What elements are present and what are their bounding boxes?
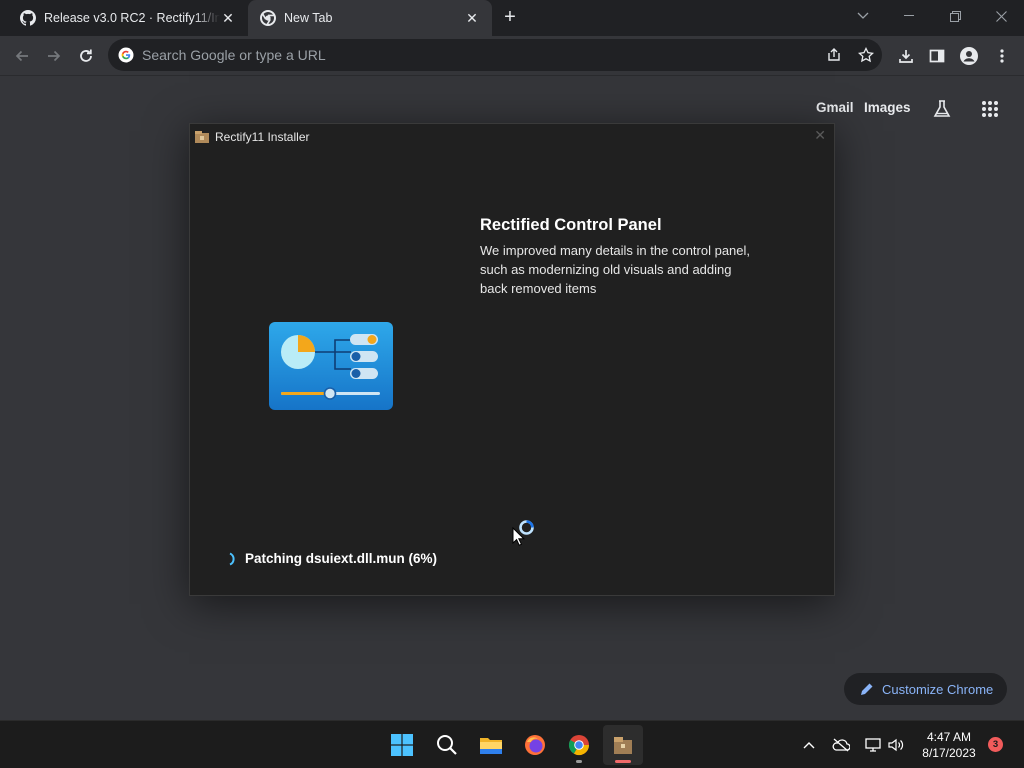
installer-titlebar: Rectify11 Installer [194, 128, 309, 146]
control-panel-icon [268, 321, 394, 411]
restore-button[interactable] [932, 0, 978, 32]
chrome-taskbar-icon[interactable] [559, 725, 599, 765]
installer-taskbar-icon[interactable] [603, 725, 643, 765]
downloads-icon[interactable] [892, 42, 920, 70]
taskbar: 4:47 AM 8/17/2023 [0, 720, 1024, 768]
clock-time: 4:47 AM [926, 730, 972, 744]
notification-badge[interactable]: 3 [988, 737, 1003, 752]
tab-close-icon[interactable]: ✕ [220, 10, 236, 26]
onedrive-offline-icon[interactable] [829, 733, 853, 757]
tab-strip: Release v3.0 RC2 · Rectify11/Installer ✕… [0, 0, 1024, 36]
labs-flask-icon[interactable] [929, 96, 955, 122]
taskbar-clock[interactable]: 4:47 AM 8/17/2023 [916, 729, 982, 761]
gmail-link[interactable]: Gmail [816, 100, 854, 115]
progress-status: Patching dsuiext.dll.mun (6%) [226, 551, 437, 566]
google-icon [118, 47, 134, 63]
profile-icon[interactable] [955, 42, 983, 70]
pencil-icon [860, 682, 874, 696]
firefox-icon[interactable] [515, 725, 555, 765]
volume-icon[interactable] [884, 733, 908, 757]
back-icon[interactable] [8, 42, 36, 70]
installer-title: Rectify11 Installer [215, 130, 310, 144]
menu-dots-icon[interactable] [988, 42, 1016, 70]
feature-title: Rectified Control Panel [480, 216, 662, 234]
images-link[interactable]: Images [864, 100, 911, 115]
tab-close-icon[interactable]: ✕ [464, 10, 480, 26]
tab-search-icon[interactable] [840, 0, 886, 32]
tab-title: New Tab [284, 11, 333, 25]
close-window-button[interactable] [978, 0, 1024, 32]
network-icon[interactable] [861, 733, 885, 757]
spinner-icon [226, 552, 238, 566]
omnibox-placeholder: Search Google or type a URL [142, 47, 326, 63]
screen: Release v3.0 RC2 · Rectify11/Installer ✕… [0, 0, 1024, 768]
bookmark-star-icon[interactable] [850, 39, 882, 71]
clock-date: 8/17/2023 [922, 746, 976, 760]
active-indicator [615, 760, 631, 763]
start-button[interactable] [382, 725, 422, 765]
tab-github-release[interactable]: Release v3.0 RC2 · Rectify11/Installer ✕ [8, 0, 248, 36]
file-explorer-icon[interactable] [471, 725, 511, 765]
installer-close-icon[interactable]: ✕ [814, 127, 826, 144]
tab-new-tab[interactable]: New Tab ✕ [248, 0, 492, 36]
browser-toolbar: Search Google or type a URL [0, 36, 1024, 76]
chrome-icon [260, 10, 276, 26]
busy-cursor-icon [512, 519, 540, 547]
customize-chrome-button[interactable]: Customize Chrome [844, 673, 1007, 705]
tab-title: Release v3.0 RC2 · Rectify11/Installer [44, 11, 220, 25]
progress-text: Patching dsuiext.dll.mun (6%) [245, 551, 438, 566]
installer-app-icon [194, 130, 210, 144]
search-icon[interactable] [427, 725, 467, 765]
forward-icon[interactable] [40, 42, 68, 70]
minimize-button[interactable] [886, 0, 932, 32]
omnibox[interactable]: Search Google or type a URL [108, 39, 882, 71]
new-tab-button[interactable]: + [498, 6, 522, 30]
reload-icon[interactable] [72, 42, 100, 70]
apps-grid-icon[interactable] [977, 96, 1003, 122]
customize-chrome-label: Customize Chrome [882, 681, 994, 697]
running-indicator [576, 760, 582, 763]
side-panel-icon[interactable] [923, 42, 951, 70]
feature-description: We improved many details in the control … [480, 243, 751, 296]
github-icon [20, 10, 36, 26]
chevron-up-icon[interactable] [797, 733, 821, 757]
share-icon[interactable] [818, 39, 850, 71]
